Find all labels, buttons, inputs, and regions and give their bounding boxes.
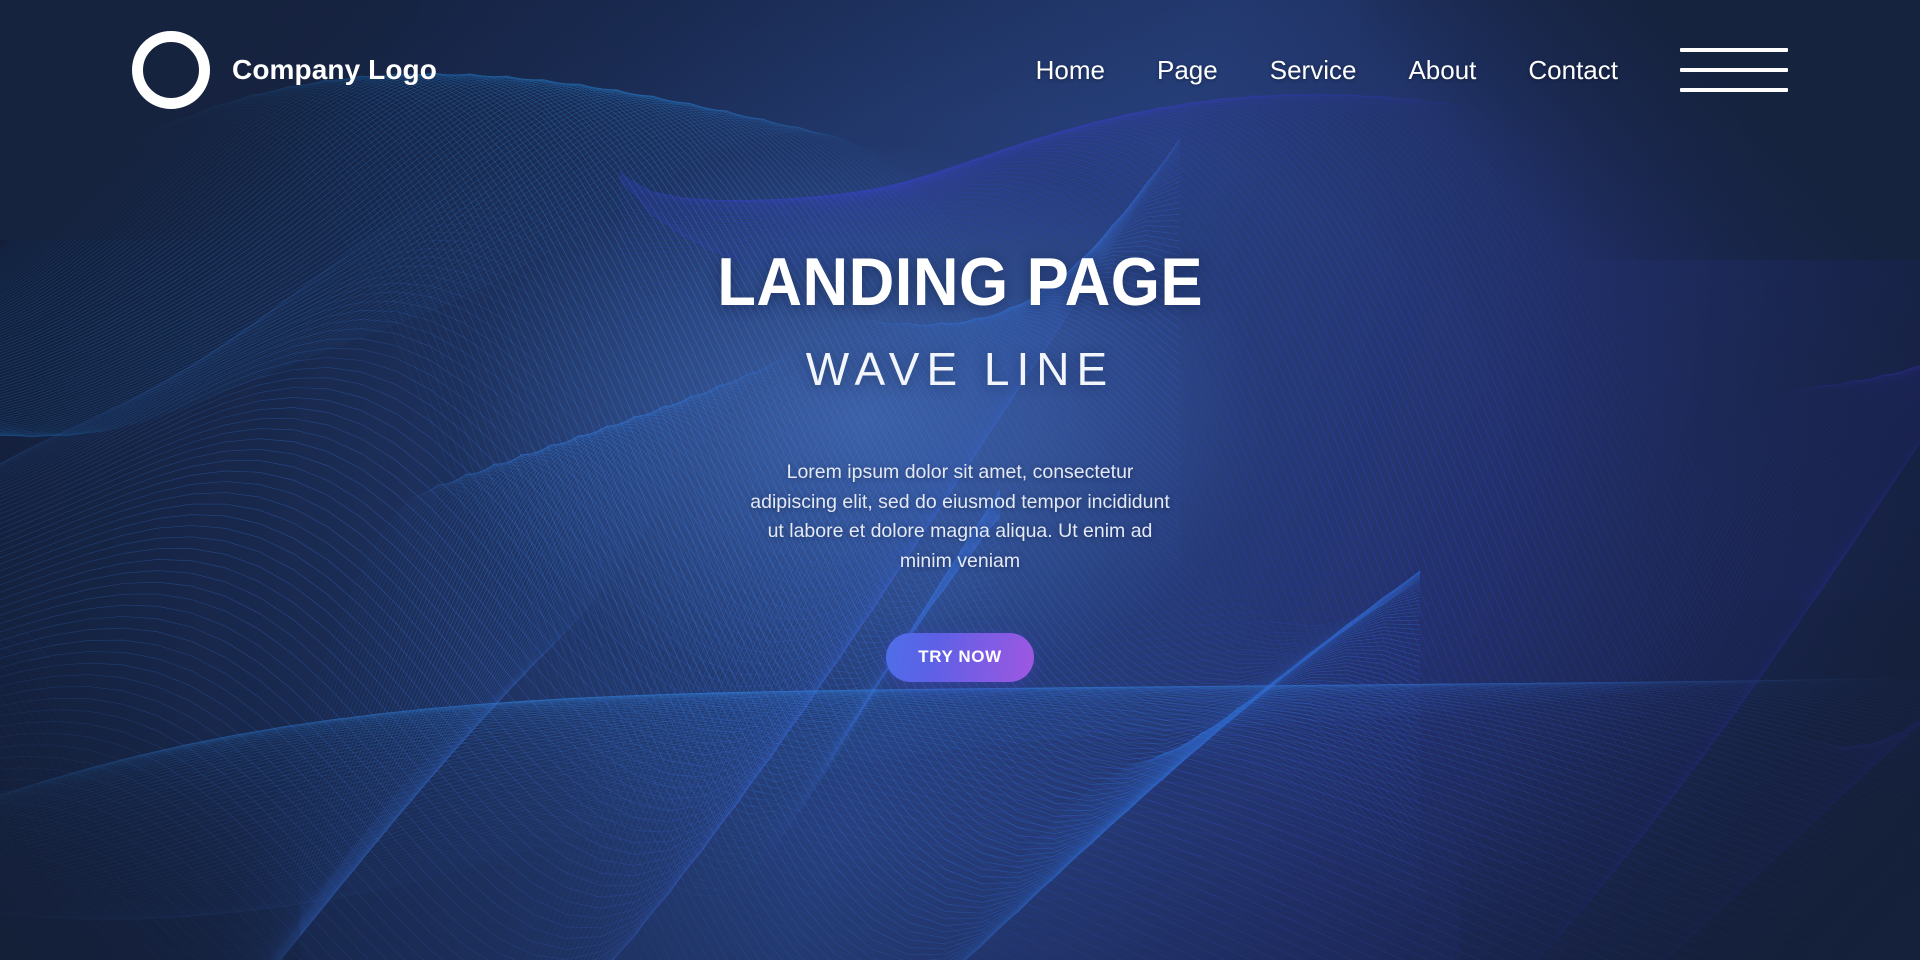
nav-item-page[interactable]: Page bbox=[1131, 49, 1244, 92]
hamburger-line-3 bbox=[1680, 88, 1788, 92]
hero-body-text: Lorem ipsum dolor sit amet, consectetur … bbox=[750, 461, 1170, 572]
hero-subtitle: WAVE LINE bbox=[805, 343, 1115, 395]
nav-item-about[interactable]: About bbox=[1382, 49, 1502, 92]
try-now-button[interactable]: TRY NOW bbox=[886, 632, 1034, 682]
hamburger-line-2 bbox=[1680, 68, 1788, 72]
nav-item-contact[interactable]: Contact bbox=[1502, 49, 1644, 92]
brand-name: Company Logo bbox=[232, 54, 437, 85]
nav-item-home[interactable]: Home bbox=[1010, 49, 1131, 92]
hero-title: LANDING PAGE bbox=[717, 244, 1203, 320]
brand[interactable]: Company Logo bbox=[132, 31, 437, 109]
site-header: Company Logo Home Page Service About Con… bbox=[0, 0, 1920, 140]
hamburger-menu-icon[interactable] bbox=[1680, 48, 1788, 92]
nav-item-service[interactable]: Service bbox=[1244, 49, 1383, 92]
hamburger-line-1 bbox=[1680, 48, 1788, 52]
main-navigation: Home Page Service About Contact bbox=[1010, 48, 1788, 92]
circle-ring-logo-icon bbox=[132, 31, 210, 109]
landing-page: Company Logo Home Page Service About Con… bbox=[0, 0, 1920, 960]
hero-section: LANDING PAGE WAVE LINE Lorem ipsum dolor… bbox=[0, 0, 1920, 960]
cta-container: TRY NOW bbox=[886, 632, 1034, 682]
